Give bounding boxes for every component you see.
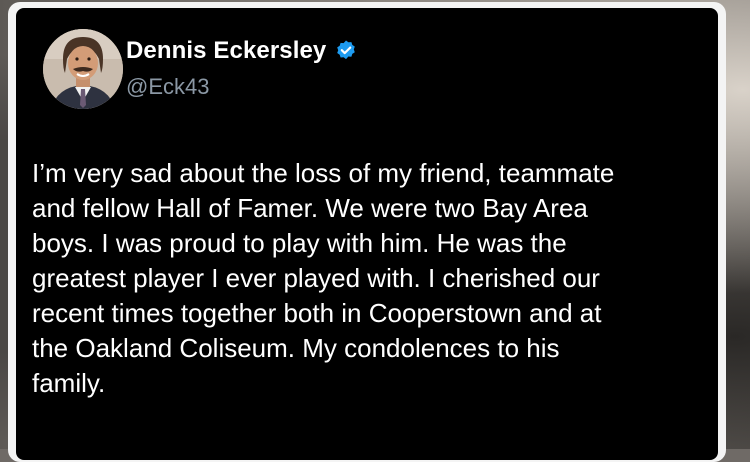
profile-photo-icon <box>43 29 123 109</box>
avatar[interactable] <box>43 29 123 109</box>
verified-badge-icon <box>337 40 356 60</box>
tweet-card[interactable]: Dennis Eckersley @Eck43 I’m very sad abo… <box>16 8 718 460</box>
author-name-row[interactable]: Dennis Eckersley <box>126 36 358 66</box>
tweet-text: I’m very sad about the loss of my friend… <box>32 158 615 398</box>
author-display-name[interactable]: Dennis Eckersley <box>126 37 326 65</box>
author-handle[interactable]: @Eck43 <box>126 74 209 100</box>
